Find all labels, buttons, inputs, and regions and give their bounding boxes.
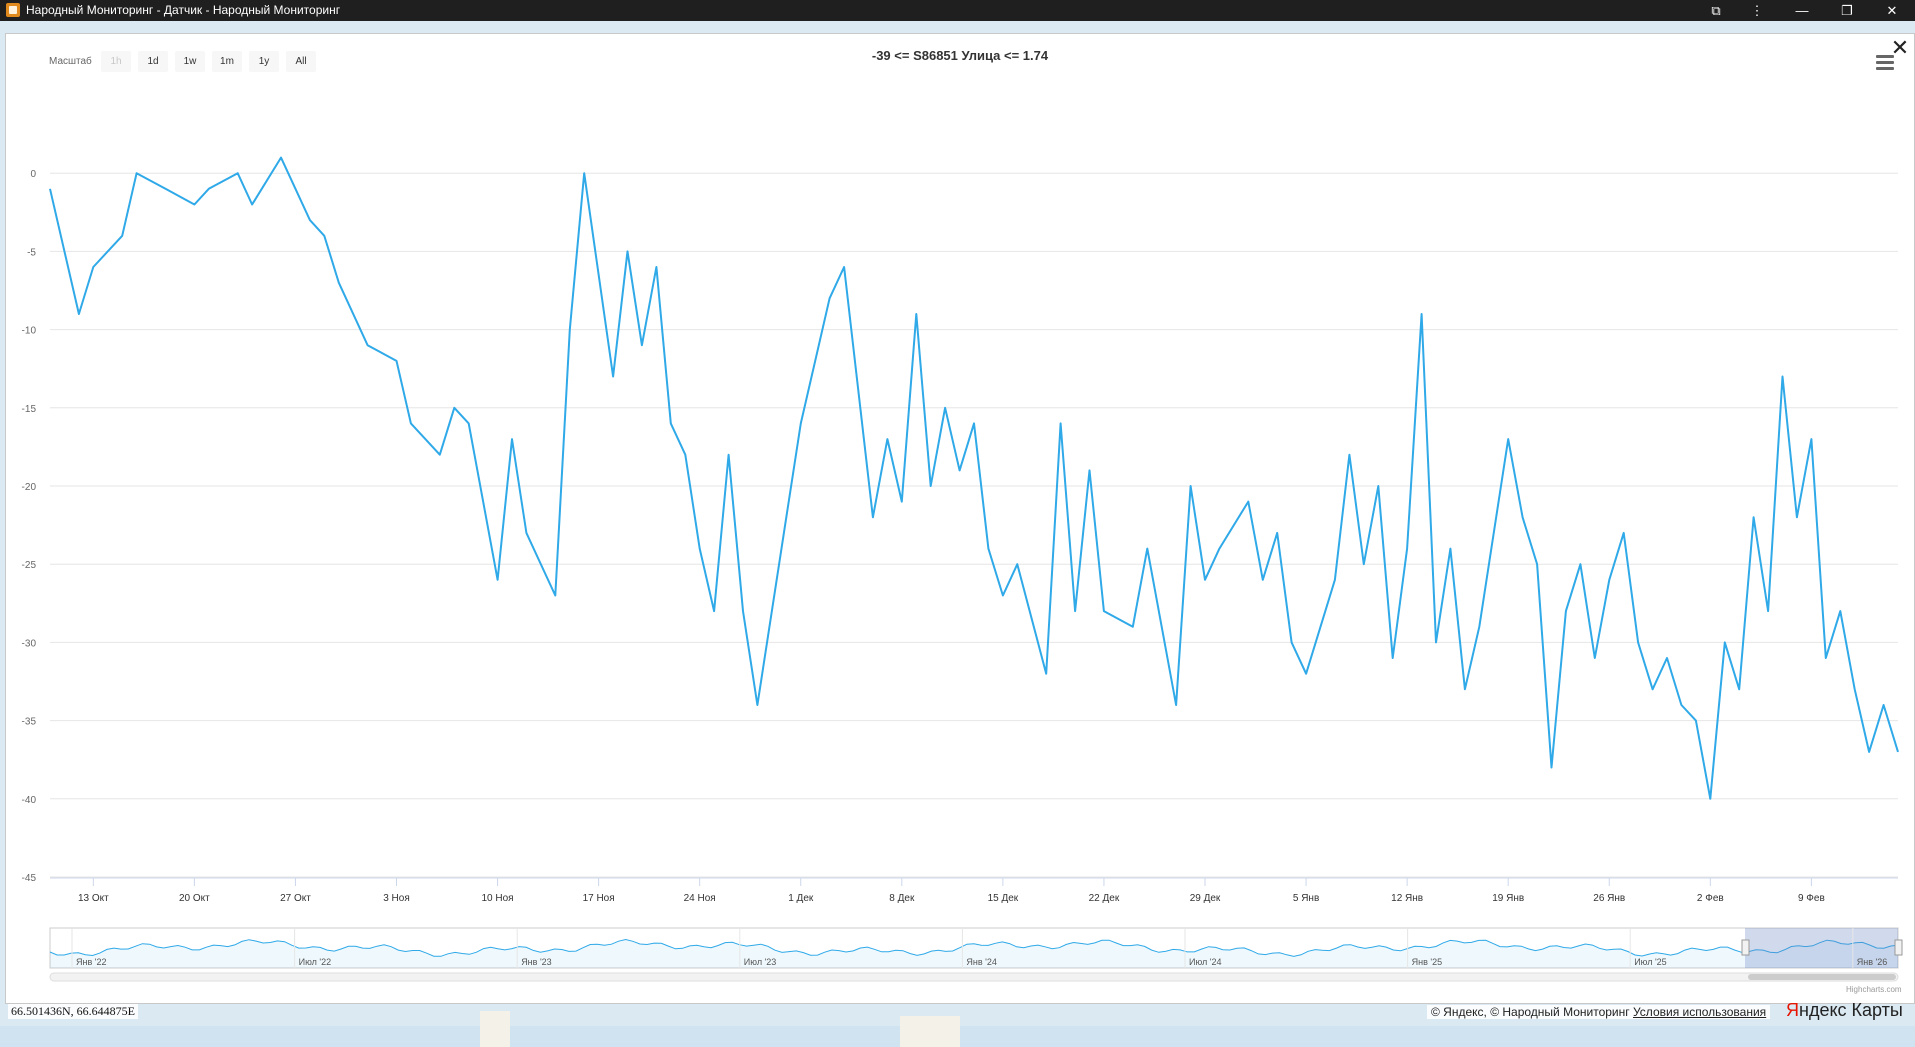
restore-button[interactable]: ❐: [1827, 0, 1867, 21]
x-tick-label: 10 Ноя: [482, 893, 514, 904]
range-selector-label: Масштаб: [49, 56, 92, 67]
map-coordinates: 66.501436N, 66.644875E: [8, 1004, 138, 1019]
y-tick-label: -20: [22, 482, 37, 493]
y-tick-label: -30: [22, 638, 37, 649]
navigator-tick-label: Янв '26: [1857, 957, 1887, 967]
logo-letter: Я: [1786, 1000, 1799, 1020]
logo-text: ндекс Карты: [1799, 1000, 1903, 1020]
x-tick-label: 1 Дек: [788, 893, 814, 904]
y-tick-label: -5: [27, 247, 36, 258]
x-tick-label: 5 Янв: [1293, 893, 1319, 904]
navigator-tick-label: Июл '22: [299, 957, 332, 967]
x-tick-label: 2 Фев: [1697, 893, 1724, 904]
navigator-tick-label: Янв '23: [521, 957, 551, 967]
range-1d-button[interactable]: 1d: [138, 51, 168, 72]
y-tick-label: -10: [22, 326, 37, 337]
app-icon: [6, 3, 20, 17]
x-tick-label: 19 Янв: [1492, 893, 1524, 904]
range-1h-button[interactable]: 1h: [101, 51, 131, 72]
x-tick-label: 12 Янв: [1391, 893, 1423, 904]
scrollbar-thumb[interactable]: [1748, 974, 1896, 980]
map-road: [480, 1011, 510, 1047]
x-tick-label: 8 Дек: [889, 893, 915, 904]
chart-title: -39 <= S86851 Улица <= 1.74: [871, 48, 1049, 63]
y-tick-label: -35: [22, 717, 37, 728]
x-tick-label: 22 Дек: [1089, 893, 1120, 904]
navigator-tick-label: Янв '25: [1412, 957, 1442, 967]
y-tick-label: 0: [30, 169, 36, 180]
scrollbar-track: [49, 972, 1899, 982]
extension-icon[interactable]: ⧉: [1696, 0, 1736, 21]
attribution-text: © Яндекс, © Народный Мониторинг: [1431, 1005, 1630, 1019]
close-window-button[interactable]: ✕: [1872, 0, 1912, 21]
terms-link[interactable]: Условия использования: [1633, 1005, 1766, 1019]
navigator-tick-label: Июл '23: [744, 957, 777, 967]
y-tick-label: -40: [22, 795, 37, 806]
x-tick-label: 9 Фев: [1798, 893, 1825, 904]
x-tick-label: 26 Янв: [1593, 893, 1625, 904]
navigator-tick-label: Июл '25: [1634, 957, 1667, 967]
range-1m-button[interactable]: 1m: [212, 51, 242, 72]
navigator-tick-label: Янв '24: [966, 957, 996, 967]
y-tick-label: -15: [22, 404, 37, 415]
y-tick-label: -25: [22, 560, 37, 571]
navigator-tick-label: Янв '22: [76, 957, 106, 967]
navigator-tick-label: Июл '24: [1189, 957, 1222, 967]
window-title: Народный Мониторинг - Датчик - Народный …: [26, 3, 341, 17]
window-titlebar: Народный Мониторинг - Датчик - Народный …: [0, 0, 1915, 21]
map-attribution: © Яндекс, © Народный Мониторинг Условия …: [1427, 1005, 1771, 1019]
x-tick-label: 27 Окт: [280, 893, 311, 904]
x-tick-label: 3 Ноя: [383, 893, 410, 904]
yandex-maps-logo[interactable]: Яндекс Карты: [1786, 1000, 1903, 1021]
more-options-icon[interactable]: ⋮: [1737, 0, 1777, 21]
x-tick-label: 17 Ноя: [583, 893, 615, 904]
chart-menu-icon[interactable]: [1876, 55, 1894, 71]
x-tick-label: 20 Окт: [179, 893, 210, 904]
highcharts-credits[interactable]: Highcharts.com: [1846, 985, 1902, 994]
range-all-button[interactable]: All: [286, 51, 316, 72]
range-1w-button[interactable]: 1w: [175, 51, 205, 72]
navigator-handle[interactable]: [1741, 939, 1750, 956]
navigator-handle[interactable]: [1894, 939, 1903, 956]
map-road: [900, 1016, 960, 1047]
x-tick-label: 13 Окт: [78, 893, 109, 904]
x-tick-label: 24 Ноя: [684, 893, 716, 904]
chart-svg: 0 -5 -10 -15 -20 -25 -30 -35 -40 -45 13 Окт 20 Окт 2…: [22, 156, 1903, 982]
range-1y-button[interactable]: 1y: [249, 51, 279, 72]
y-tick-label: -45: [22, 873, 37, 884]
x-tick-label: 29 Дек: [1190, 893, 1221, 904]
x-tick-label: 15 Дек: [988, 893, 1019, 904]
series-line: [49, 156, 1899, 800]
minimize-button[interactable]: —: [1782, 0, 1822, 21]
